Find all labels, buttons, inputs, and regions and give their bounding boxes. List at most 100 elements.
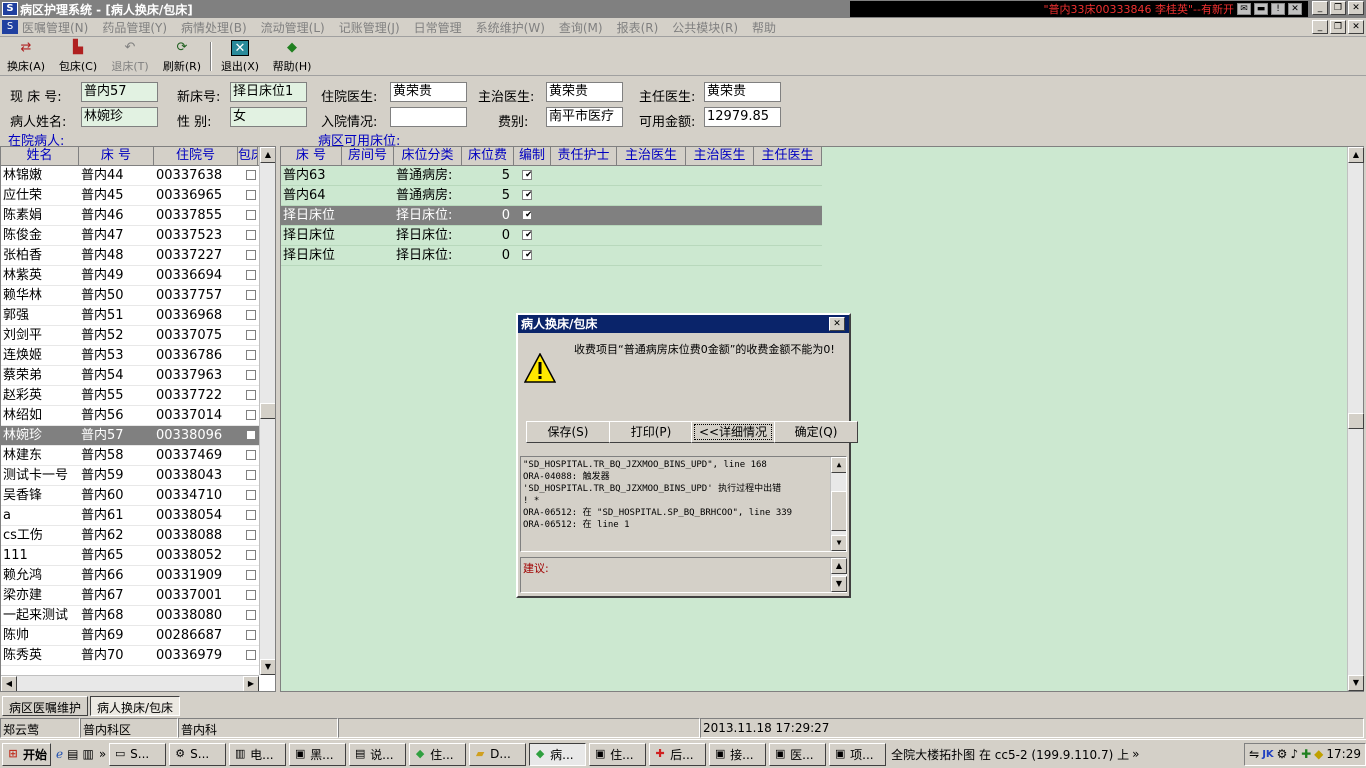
menu-item-2[interactable]: 病情处理(B)	[181, 19, 247, 36]
book-bed-checkbox[interactable]	[246, 290, 256, 300]
ok-button[interactable]: 确定(Q)	[774, 421, 858, 443]
speaker-icon[interactable]: ♪	[1290, 747, 1298, 761]
col-book-bed[interactable]: 包床	[238, 147, 258, 165]
patient-row[interactable]: 郭强 普内51 00336968	[1, 306, 275, 326]
col-bed[interactable]: 床 号	[79, 147, 154, 165]
scroll-down-button[interactable]: ▼	[260, 659, 275, 675]
patient-row[interactable]: 张柏香 普内48 00337227	[1, 246, 275, 266]
chief-doctor-field[interactable]: 黄荣贵	[704, 82, 781, 102]
scroll-left-button[interactable]: ◀	[1, 676, 17, 691]
book-bed-checkbox[interactable]	[246, 470, 256, 480]
menu-item-3[interactable]: 流动管理(L)	[261, 19, 325, 36]
scroll-up-button[interactable]: ▲	[260, 147, 275, 163]
suggestion-vscroll[interactable]: ▲ ▼	[830, 558, 847, 592]
book-bed-checkbox[interactable]	[246, 590, 256, 600]
mdi-icon[interactable]: S	[2, 20, 18, 34]
patient-row[interactable]: 吴香锋 普内60 00334710	[1, 486, 275, 506]
dialog-close-button[interactable]: ✕	[829, 317, 845, 331]
patient-row[interactable]: 林紫英 普内49 00336694	[1, 266, 275, 286]
current-bed-field[interactable]: 普内57	[81, 82, 158, 102]
details-button[interactable]: <<详细情况	[691, 421, 775, 443]
col-nurse[interactable]: 责任护士	[551, 147, 617, 165]
quota-checkbox[interactable]: ✔	[522, 210, 532, 220]
attending-doctor-field[interactable]: 黄荣贵	[546, 82, 623, 102]
bed-vscroll[interactable]: ▲ ▼	[1347, 147, 1364, 691]
menu-item-0[interactable]: 医嘱管理(N)	[22, 19, 88, 36]
save-button[interactable]: 保存(S)	[526, 421, 610, 443]
book-bed-checkbox[interactable]	[246, 650, 256, 660]
close-tray-icon[interactable]: ✕	[1288, 3, 1302, 15]
menu-item-6[interactable]: 系统维护(W)	[476, 19, 545, 36]
alert-icon[interactable]: !	[1271, 3, 1285, 15]
col-bed-class[interactable]: 床位分类	[394, 147, 462, 165]
taskbar-item[interactable]: ▣ 项...	[829, 742, 887, 766]
col-bed-fee[interactable]: 床位费	[462, 147, 514, 165]
tab-order-maintenance[interactable]: 病区医嘱维护	[2, 696, 89, 716]
taskbar-item[interactable]: ▣ 接...	[709, 742, 767, 766]
col-bed-no[interactable]: 床 号	[281, 147, 342, 165]
col-attending-2[interactable]: 主治医生	[686, 147, 754, 165]
patient-row[interactable]: 陈素娟 普内46 00337855	[1, 206, 275, 226]
details-scroll-down-button[interactable]: ▼	[831, 535, 846, 551]
menu-item-5[interactable]: 日常管理	[414, 19, 462, 36]
patient-row[interactable]: 刘剑平 普内52 00337075	[1, 326, 275, 346]
book-bed-checkbox[interactable]	[246, 530, 256, 540]
patient-row[interactable]: 陈秀英 普内70 00336979	[1, 646, 275, 666]
quota-checkbox[interactable]: ✔	[522, 190, 532, 200]
taskbar-item[interactable]: ▥ 电...	[229, 742, 287, 766]
book-bed-checkbox[interactable]	[246, 170, 256, 180]
book-bed-checkbox[interactable]	[246, 430, 256, 440]
taskbar-item[interactable]: ◆ 住...	[409, 742, 467, 766]
book-bed-checkbox[interactable]	[246, 350, 256, 360]
suggestion-box[interactable]: 建议: ▲ ▼	[520, 557, 847, 593]
gender-field[interactable]: 女	[230, 107, 307, 127]
patient-row[interactable]: cs工伤 普内62 00338088	[1, 526, 275, 546]
minimize-button[interactable]: _	[1312, 1, 1328, 15]
patient-row[interactable]: a 普内61 00338054	[1, 506, 275, 526]
new-bed-field[interactable]: 择日床位1	[230, 82, 307, 102]
book-bed-checkbox[interactable]	[246, 210, 256, 220]
book-bed-checkbox[interactable]	[246, 630, 256, 640]
menu-item-8[interactable]: 报表(R)	[617, 19, 659, 36]
taskbar-item[interactable]: ▭ S...	[109, 742, 167, 766]
book-bed-checkbox[interactable]	[246, 570, 256, 580]
taskbar-item[interactable]: ◆ 病...	[529, 742, 587, 766]
taskbar-item[interactable]: ▣ 黑...	[289, 742, 347, 766]
quota-checkbox[interactable]: ✔	[522, 250, 532, 260]
patient-row[interactable]: 林建东 普内58 00337469	[1, 446, 275, 466]
patient-row[interactable]: 一起来测试 普内68 00338080	[1, 606, 275, 626]
mdi-restore-button[interactable]: ❐	[1330, 20, 1346, 34]
book-bed-checkbox[interactable]	[246, 330, 256, 340]
patient-row[interactable]: 林婉珍 普内57 00338096	[1, 426, 275, 446]
book-bed-checkbox[interactable]	[246, 230, 256, 240]
taskbar-item[interactable]: ▣ 医...	[769, 742, 827, 766]
mdi-close-button[interactable]: ✕	[1348, 20, 1364, 34]
book-bed-button[interactable]: ▙ 包床(C)	[52, 38, 104, 75]
shield-icon[interactable]: ⚙	[1277, 747, 1288, 761]
menu-item-1[interactable]: 药品管理(Y)	[102, 19, 167, 36]
book-bed-checkbox[interactable]	[246, 490, 256, 500]
book-bed-checkbox[interactable]	[246, 250, 256, 260]
fee-type-field[interactable]: 南平市医疗	[546, 107, 623, 127]
more-icon[interactable]: »	[99, 747, 106, 761]
patient-row[interactable]: 林锦嫩 普内44 00337638	[1, 166, 275, 186]
bed-scroll-down-button[interactable]: ▼	[1348, 675, 1364, 691]
inpatient-doctor-field[interactable]: 黄荣贵	[390, 82, 467, 102]
details-scroll-up-button[interactable]: ▲	[831, 457, 846, 473]
taskbar-item[interactable]: ▣ 住...	[589, 742, 647, 766]
mdi-minimize-button[interactable]: _	[1312, 20, 1328, 34]
doc-icon[interactable]: ▤	[67, 747, 78, 761]
scroll-thumb[interactable]	[260, 403, 275, 419]
network-icon[interactable]: ⇋	[1249, 747, 1259, 761]
quota-checkbox[interactable]: ✔	[522, 230, 532, 240]
book-bed-checkbox[interactable]	[246, 370, 256, 380]
patient-row[interactable]: 蔡荣弟 普内54 00337963	[1, 366, 275, 386]
bed-row[interactable]: 择日床位 择日床位: 0 ✔	[281, 226, 822, 246]
patient-row[interactable]: 赵彩英 普内55 00337722	[1, 386, 275, 406]
scroll-right-button[interactable]: ▶	[243, 676, 259, 691]
menu-item-4[interactable]: 记账管理(J)	[339, 19, 400, 36]
taskbar-item[interactable]: ▤ 说...	[349, 742, 407, 766]
patient-row[interactable]: 赖华林 普内50 00337757	[1, 286, 275, 306]
bed-scroll-thumb[interactable]	[1348, 413, 1364, 429]
col-room[interactable]: 房间号	[342, 147, 394, 165]
